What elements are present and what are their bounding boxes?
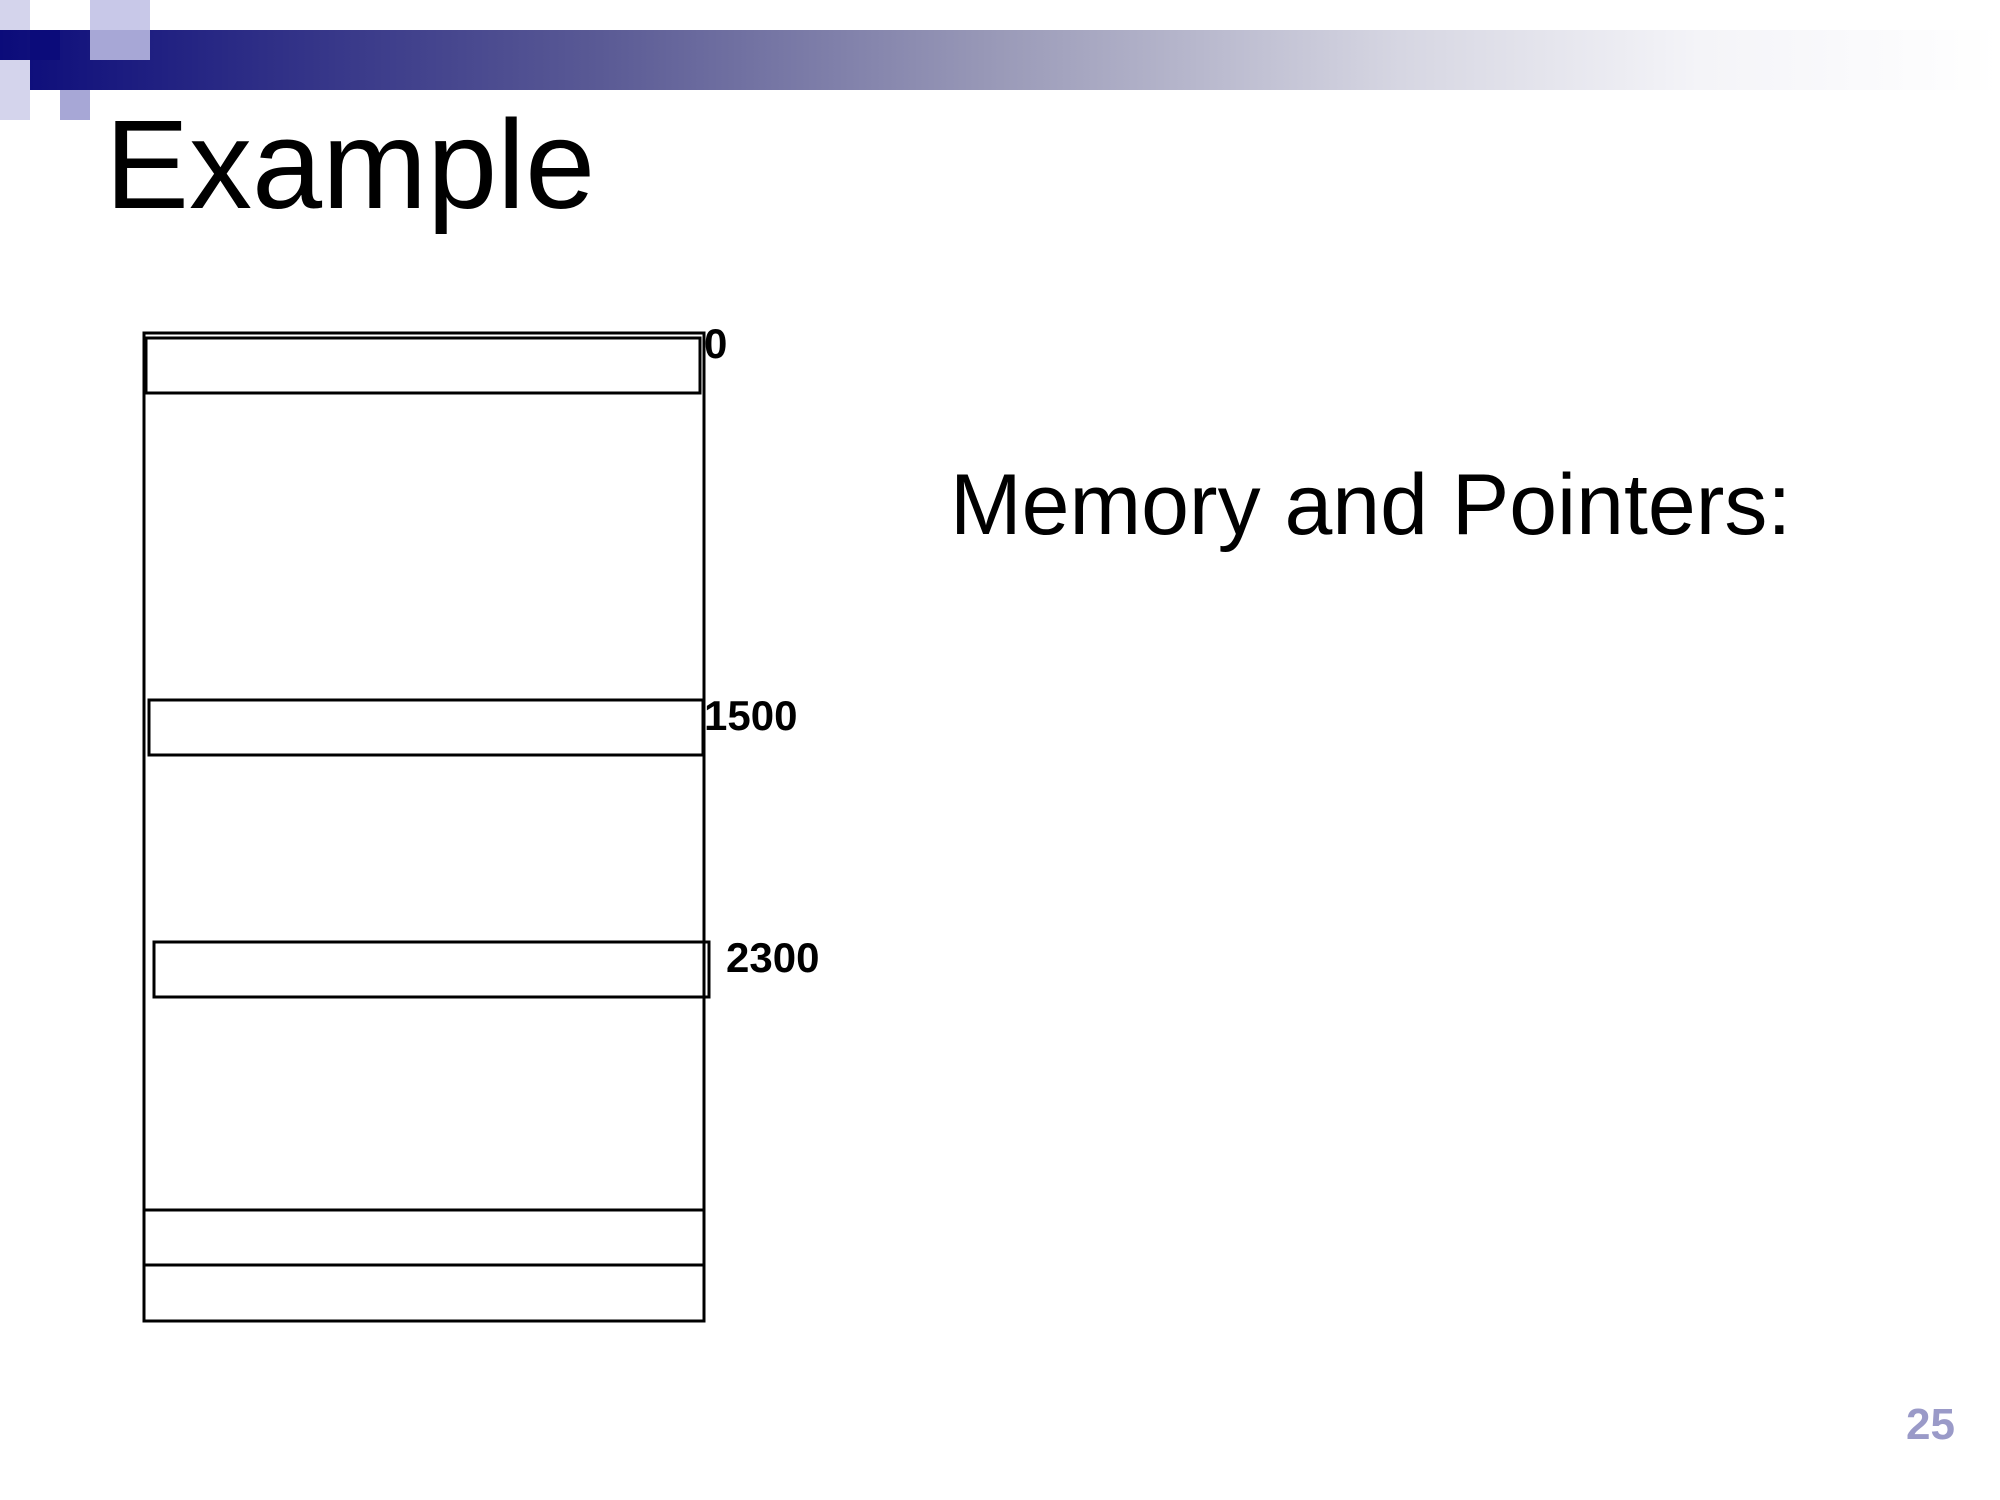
- memory-cell-bottom-1: [142, 1208, 706, 1267]
- memory-cell-address-2300: [152, 940, 711, 999]
- memory-cell-address-1500: [147, 698, 705, 757]
- address-label-0: 0: [704, 320, 728, 367]
- slide-subtitle: Memory and Pointers:: [950, 457, 1792, 553]
- memory-outline: [142, 331, 706, 1323]
- page-number: 25: [1906, 1400, 1955, 1449]
- memory-cell-address-0: [144, 336, 702, 395]
- memory-diagram: [142, 331, 711, 1323]
- address-label-1500: 1500: [704, 692, 798, 739]
- address-label-2300: 2300: [726, 934, 820, 981]
- memory-cell-bottom-2: [142, 1263, 706, 1323]
